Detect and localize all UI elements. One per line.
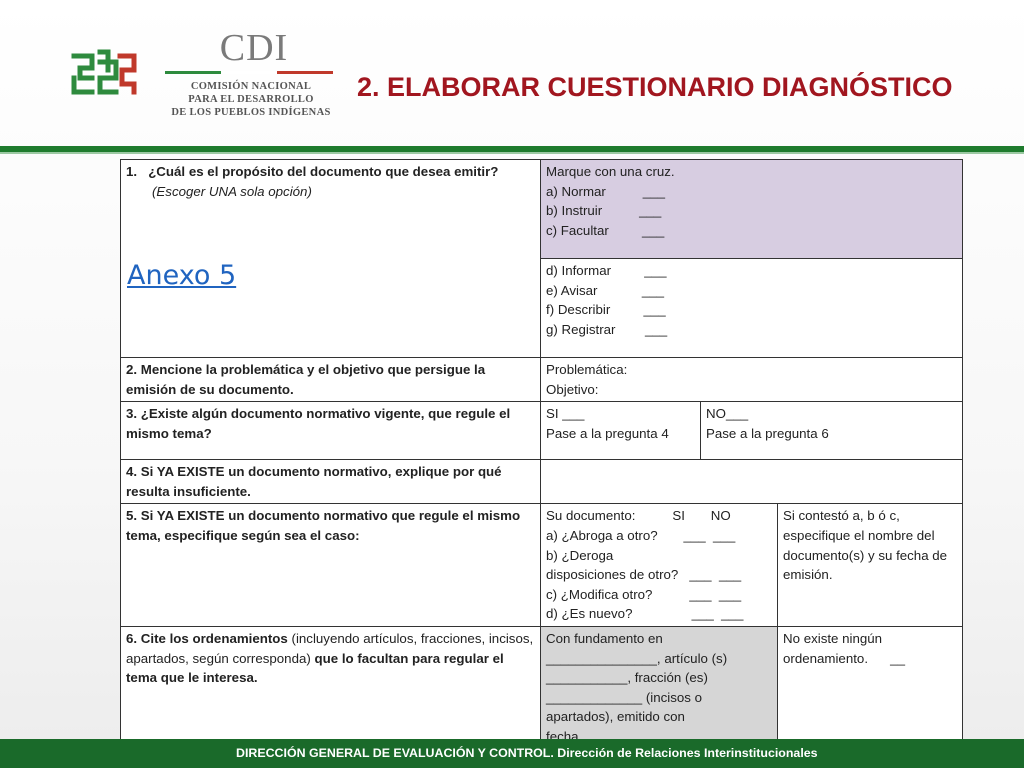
footer-bar: DIRECCIÓN GENERAL DE EVALUACIÓN Y CONTRO…	[0, 739, 1024, 768]
q2-objective-label: Objetivo:	[546, 381, 599, 397]
q3-no-cell[interactable]: NO___ Pase a la pregunta 6	[699, 401, 964, 461]
q5-option-nuevo[interactable]: d) ¿Es nuevo? ___ ___	[546, 604, 772, 624]
q3-question: 3. ¿Existe algún documento normativo vig…	[120, 401, 541, 461]
q6-line-5: apartados), emitido con	[546, 709, 685, 725]
q6-line-1: Con fundamento en	[546, 630, 663, 646]
q1-instruction: Marque con una cruz.	[546, 164, 675, 179]
q1-option-d[interactable]: d) Informar ___	[546, 261, 957, 281]
q4-question: 4. Si YA EXISTE un documento normativo, …	[120, 459, 541, 505]
page-title: 2. ELABORAR CUESTIONARIO DIAGNÓSTICO	[357, 72, 953, 102]
q2-problem-label: Problemática:	[546, 362, 628, 377]
q5-option-deroga[interactable]: b) ¿Deroga	[546, 546, 772, 566]
q5-options-cell: Su documento: SI NO a) ¿Abroga a otro? _…	[540, 503, 778, 627]
questionnaire-table: 1. ¿Cuál es el propósito del documento q…	[120, 159, 964, 750]
q5-question: 5. Si YA EXISTE un documento normativo q…	[120, 503, 541, 627]
q6-none-option[interactable]: No existe ningún ordenamiento. __	[776, 625, 964, 750]
q5-option-modifica[interactable]: c) ¿Modifica otro? ___ ___	[546, 585, 772, 605]
q6-line-4: _____________ (incisos o	[546, 689, 702, 705]
q5-header: Su documento: SI NO	[546, 508, 731, 524]
q1-option-e[interactable]: e) Avisar ___	[546, 281, 957, 301]
q1-question: 1. ¿Cuál es el propósito del documento q…	[126, 164, 499, 179]
logo-title: CDI	[219, 27, 289, 69]
cdi-fret-logo-icon	[71, 49, 137, 95]
header-divider-light	[0, 152, 1024, 154]
footer-text: DIRECCIÓN GENERAL DE EVALUACIÓN Y CONTRO…	[236, 746, 818, 760]
logo-line-3: DE LOS PUEBLOS INDÍGENAS	[171, 107, 331, 118]
q3-no-goto: Pase a la pregunta 6	[706, 425, 829, 441]
q1-question-cell: 1. ¿Cuál es el propósito del documento q…	[120, 159, 541, 358]
q6-line-3: ___________, fracción (es)	[546, 670, 708, 686]
q4-answer-cell[interactable]	[539, 459, 964, 505]
q3-yes-goto: Pase a la pregunta 4	[546, 425, 669, 441]
q3-yes-cell[interactable]: SI ___ Pase a la pregunta 4	[540, 401, 701, 461]
q1-option-a[interactable]: a) Normar ___	[546, 182, 957, 202]
q5-option-abroga[interactable]: a) ¿Abroga a otro? ___ ___	[546, 526, 772, 546]
anexo-link[interactable]: Anexo 5	[127, 262, 236, 288]
q3-yes-option: SI ___	[546, 406, 585, 422]
logo-line-2: PARA EL DESARROLLO	[188, 94, 314, 105]
q1-note: (Escoger UNA sola opción)	[152, 183, 312, 199]
q1-option-g[interactable]: g) Registrar ___	[546, 320, 957, 340]
q3-no-option: NO___	[706, 406, 749, 422]
logo-tricolor-bar	[165, 71, 333, 74]
q2-answer-cell[interactable]: Problemática: Objetivo:	[539, 356, 964, 403]
q6-question: 6. Cite los ordenamientos (incluyendo ar…	[120, 625, 541, 750]
q1-option-f[interactable]: f) Describir ___	[546, 300, 957, 320]
q5-note[interactable]: Si contestó a, b ó c, especifique el nom…	[776, 503, 964, 627]
q6-line-2: _______________, artículo (s)	[546, 650, 728, 666]
q1-option-b[interactable]: b) Instruir ___	[546, 201, 957, 221]
q2-question: 2. Mencione la problemática y el objetiv…	[120, 356, 541, 403]
q5-option-deroga-cont[interactable]: disposiciones de otro? ___ ___	[546, 565, 772, 585]
logo-line-1: COMISIÓN NACIONAL	[190, 81, 312, 92]
q1-option-c[interactable]: c) Facultar ___	[546, 221, 957, 241]
q6-basis-cell[interactable]: Con fundamento en _______________, artíc…	[540, 625, 778, 750]
q1-options-b-cell: d) Informar ___ e) Avisar ___ f) Describ…	[539, 258, 964, 358]
cdi-logo: CDI COMISIÓN NACIONAL PARA EL DESARROLLO…	[165, 26, 337, 122]
q1-options-a-cell: Marque con una cruz. a) Normar ___ b) In…	[539, 159, 964, 259]
